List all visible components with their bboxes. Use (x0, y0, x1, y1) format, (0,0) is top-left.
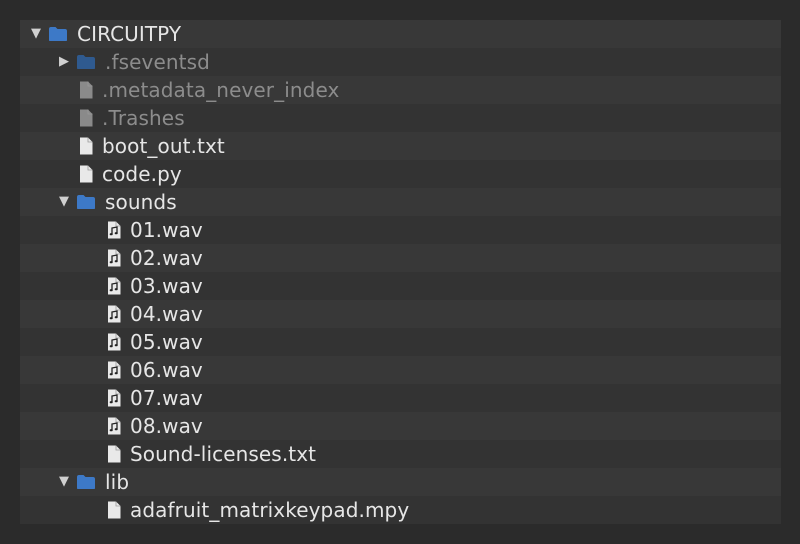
folder-icon (48, 20, 68, 48)
tree-row[interactable]: 02.wav (20, 244, 781, 272)
disclosure-expanded-icon[interactable]: ▼ (30, 26, 42, 41)
tree-row-label: boot_out.txt (102, 134, 225, 158)
tree-row[interactable]: Sound-licenses.txt (20, 440, 781, 468)
tree-row-label: .metadata_never_index (102, 78, 340, 102)
tree-row-label: 01.wav (130, 218, 203, 242)
file-icon (79, 132, 93, 160)
tree-row-label: adafruit_matrixkeypad.mpy (130, 498, 410, 522)
tree-row[interactable]: ▼ sounds (20, 188, 781, 216)
tree-row[interactable]: 05.wav (20, 328, 781, 356)
tree-row-label: 06.wav (130, 358, 203, 382)
tree-row[interactable]: .Trashes (20, 104, 781, 132)
file-icon (79, 160, 93, 188)
audio-file-icon (107, 412, 121, 440)
tree-row[interactable]: 03.wav (20, 272, 781, 300)
audio-file-icon (107, 272, 121, 300)
tree-row[interactable]: 06.wav (20, 356, 781, 384)
audio-file-icon (107, 216, 121, 244)
audio-file-icon (107, 244, 121, 272)
tree-row-label: 08.wav (130, 414, 203, 438)
audio-file-icon (107, 300, 121, 328)
tree-row-label: .fseventsd (105, 50, 210, 74)
tree-row[interactable]: .metadata_never_index (20, 76, 781, 104)
file-tree: ▼ CIRCUITPY ▶ .fseventsd .metadata_never_ind… (20, 20, 781, 524)
tree-row[interactable]: 04.wav (20, 300, 781, 328)
tree-row-label: CIRCUITPY (77, 22, 182, 46)
tree-row-label: 02.wav (130, 246, 203, 270)
folder-icon (76, 188, 96, 216)
audio-file-icon (107, 384, 121, 412)
tree-row[interactable]: code.py (20, 160, 781, 188)
audio-file-icon (107, 356, 121, 384)
tree-row-label: code.py (102, 162, 182, 186)
file-icon (79, 104, 93, 132)
tree-row-label: 04.wav (130, 302, 203, 326)
tree-row[interactable]: adafruit_matrixkeypad.mpy (20, 496, 781, 524)
tree-row-label: 05.wav (130, 330, 203, 354)
file-icon (107, 440, 121, 468)
disclosure-collapsed-icon[interactable]: ▶ (58, 54, 70, 69)
tree-row-label: .Trashes (102, 106, 185, 130)
tree-row-label: 07.wav (130, 386, 203, 410)
folder-icon (76, 468, 96, 496)
tree-row[interactable]: boot_out.txt (20, 132, 781, 160)
tree-row[interactable]: 07.wav (20, 384, 781, 412)
file-icon (79, 76, 93, 104)
tree-row-label: sounds (105, 190, 177, 214)
tree-row-label: 03.wav (130, 274, 203, 298)
file-icon (107, 496, 121, 524)
tree-row[interactable]: ▶ .fseventsd (20, 48, 781, 76)
disclosure-expanded-icon[interactable]: ▼ (58, 474, 70, 489)
folder-icon (76, 48, 96, 76)
tree-row[interactable]: ▼ CIRCUITPY (20, 20, 781, 48)
tree-row[interactable]: 01.wav (20, 216, 781, 244)
tree-row[interactable]: ▼ lib (20, 468, 781, 496)
disclosure-expanded-icon[interactable]: ▼ (58, 194, 70, 209)
tree-row-label: lib (105, 470, 130, 494)
tree-row-label: Sound-licenses.txt (130, 442, 317, 466)
audio-file-icon (107, 328, 121, 356)
tree-row[interactable]: 08.wav (20, 412, 781, 440)
